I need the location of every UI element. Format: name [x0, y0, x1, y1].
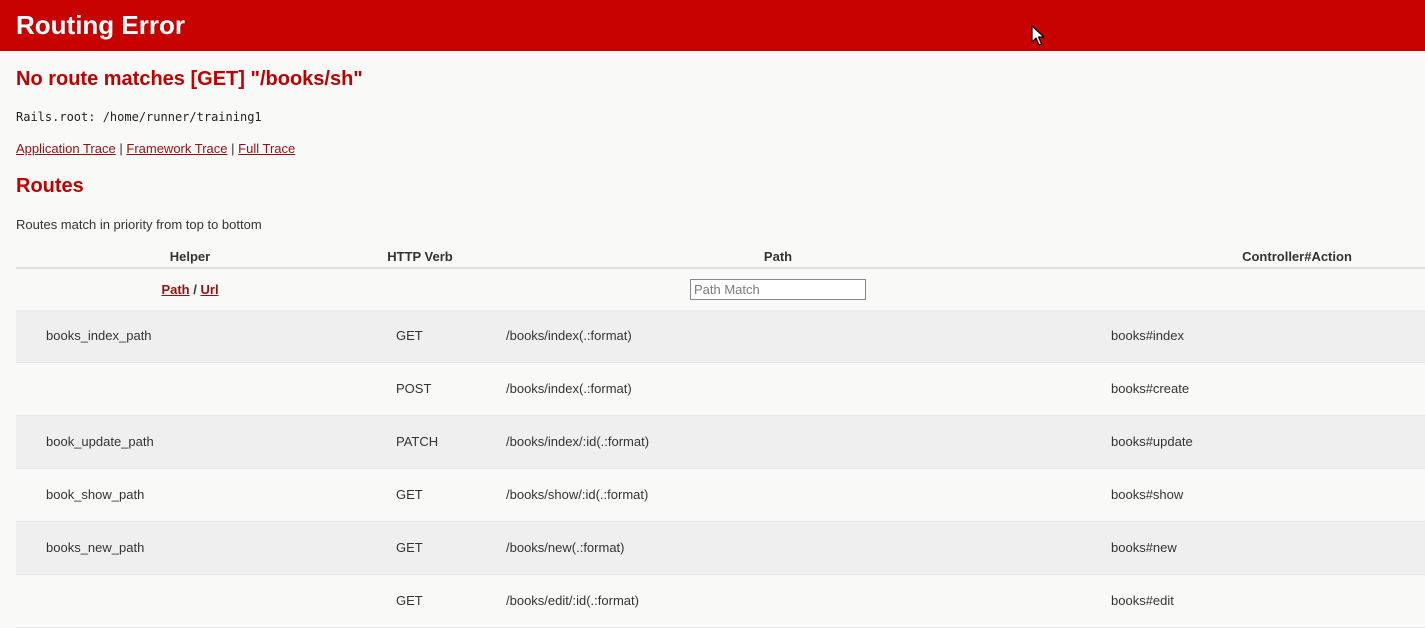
- route-action-cell: books#edit: [1111, 593, 1174, 608]
- column-header-helper: Helper: [169, 249, 211, 264]
- column-header-controller-action: Controller#Action: [1242, 249, 1352, 264]
- routes-heading: Routes: [16, 175, 84, 197]
- mouse-cursor-icon: [1031, 25, 1045, 46]
- route-path-cell: /books/index(.:format): [506, 381, 632, 396]
- route-verb-cell: POST: [396, 381, 432, 396]
- column-header-path: Path: [763, 249, 793, 264]
- route-action-cell: books#new: [1111, 540, 1177, 555]
- route-path-cell: /books/edit/:id(.:format): [506, 593, 639, 608]
- path-url-separator: /: [193, 282, 197, 297]
- route-helper-cell: books_index_path: [46, 328, 152, 343]
- route-verb-cell: GET: [396, 593, 423, 608]
- path-match-input[interactable]: [690, 279, 866, 300]
- application-trace-link[interactable]: Application Trace: [16, 141, 116, 156]
- route-verb-cell: PATCH: [396, 434, 439, 449]
- route-action-cell: books#update: [1111, 434, 1193, 449]
- trace-separator: |: [119, 141, 123, 156]
- route-helper-cell: books_new_path: [46, 540, 145, 555]
- route-row: books_new_path GET/books/new(.:format) boo…: [16, 522, 1425, 575]
- page-header: Routing Error: [0, 0, 1425, 51]
- error-message: No route matches [GET] "/books/sh": [16, 68, 363, 90]
- routes-filter-row: Path / Url: [16, 269, 1425, 310]
- route-row: POST/books/index(.:format) books#create: [16, 363, 1425, 416]
- route-path-cell: /books/index(.:format): [506, 328, 632, 343]
- route-path-cell: /books/new(.:format): [506, 540, 625, 555]
- column-header-http-verb: HTTP Verb: [387, 249, 453, 264]
- route-action-cell: books#show: [1111, 487, 1184, 502]
- route-verb-cell: GET: [396, 540, 423, 555]
- path-url-toggle: Path / Url: [161, 282, 218, 297]
- trace-separator: |: [231, 141, 235, 156]
- routes-table: Helper HTTP Verb Path Controller#Action …: [16, 243, 1425, 628]
- route-row: book_update_path PATCH/books/index/:id(.:…: [16, 416, 1425, 469]
- route-row: books_index_path GET/books/index(.:format…: [16, 310, 1425, 363]
- route-verb-cell: GET: [396, 487, 423, 502]
- framework-trace-link[interactable]: Framework Trace: [126, 141, 227, 156]
- rails-root-text: Rails.root: /home/runner/training1: [16, 110, 262, 124]
- route-row: GET/books/edit/:id(.:format) books#edit: [16, 575, 1425, 628]
- route-verb-cell: GET: [396, 328, 423, 343]
- route-action-cell: books#create: [1111, 381, 1190, 396]
- route-action-cell: books#index: [1111, 328, 1184, 343]
- routes-description: Routes match in priority from top to bot…: [16, 217, 262, 232]
- routes-table-header: Helper HTTP Verb Path Controller#Action: [16, 243, 1425, 269]
- route-path-cell: /books/index/:id(.:format): [506, 434, 650, 449]
- full-trace-link[interactable]: Full Trace: [238, 141, 295, 156]
- path-link[interactable]: Path: [161, 282, 189, 297]
- route-helper-cell: book_update_path: [46, 434, 154, 449]
- route-path-cell: /books/show/:id(.:format): [506, 487, 649, 502]
- route-helper-cell: book_show_path: [46, 487, 145, 502]
- trace-links: Application Trace | Framework Trace | Fu…: [16, 141, 295, 156]
- url-link[interactable]: Url: [200, 282, 218, 297]
- routes-table-body: books_index_path GET/books/index(.:format…: [16, 310, 1425, 628]
- page-title: Routing Error: [16, 10, 185, 40]
- route-row: book_show_path GET/books/show/:id(.:forma…: [16, 469, 1425, 522]
